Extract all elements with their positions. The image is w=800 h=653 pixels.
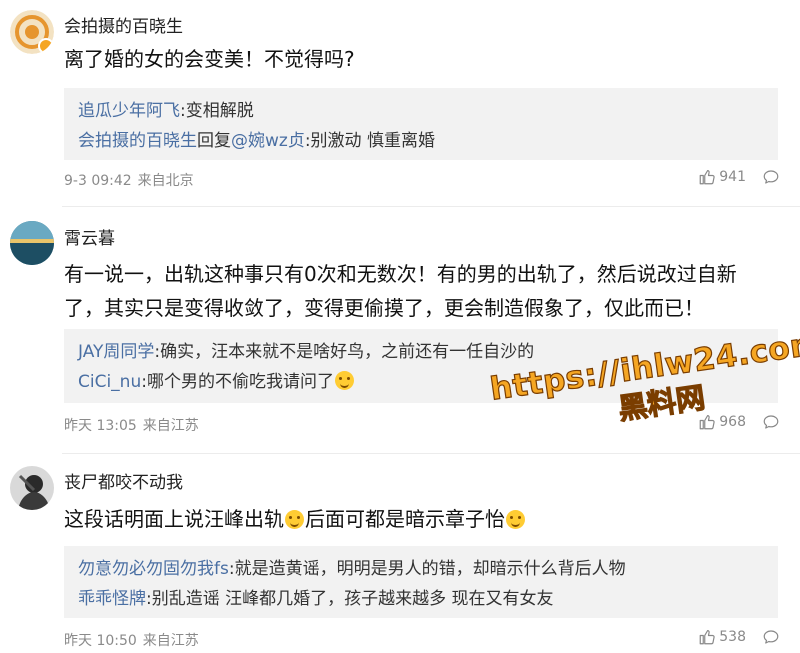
reply-text: :确实，汪本来就不是啥好鸟，之前还有一任自沙的	[154, 342, 535, 362]
reply-box[interactable]: 勿意勿必勿固勿我fs:就是造黄谣，明明是男人的错，却暗示什么背后人物 乖乖怪牌:…	[64, 546, 778, 618]
reply-box[interactable]: 追瓜少年阿飞:变相解脱 会拍摄的百晓生回复@婉wz贞:别激动 慎重离婚	[64, 88, 778, 160]
comment-actions: 538	[698, 628, 780, 646]
reply-username[interactable]: JAY周同学	[78, 342, 154, 362]
reply-username[interactable]: 乖乖怪牌	[78, 589, 146, 609]
like-count: 538	[719, 629, 746, 645]
comment-actions: 968	[698, 413, 780, 431]
reply-text: :就是造黄谣，明明是男人的错，却暗示什么背后人物	[228, 559, 626, 579]
like-button[interactable]: 941	[698, 168, 746, 186]
like-button[interactable]: 538	[698, 628, 746, 646]
comment-time: 9-3 09:42	[64, 173, 132, 189]
avatar[interactable]	[10, 221, 54, 265]
comment-meta: 昨天 13:05 来自江苏	[64, 415, 199, 435]
avatar[interactable]	[10, 466, 54, 510]
reply-text: :哪个男的不偷吃我请问了	[141, 372, 334, 392]
comment-bubble-icon[interactable]	[762, 628, 780, 646]
laughing-emoji-icon	[285, 510, 304, 529]
reply-username[interactable]: CiCi_nu	[78, 372, 141, 392]
comment-text-part: 后面可都是暗示章子怡	[305, 507, 505, 531]
comment-location: 来自江苏	[142, 418, 199, 434]
comment-meta: 昨天 10:50 来自江苏	[64, 630, 199, 650]
reply-text: :别激动 慎重离婚	[304, 131, 435, 151]
avatar-image	[10, 221, 54, 265]
reply-username[interactable]: 会拍摄的百晓生	[78, 131, 197, 151]
comment-text-part: 这段话明面上说汪峰出轨	[64, 507, 284, 531]
comment-time: 昨天 10:50	[64, 633, 137, 649]
comment-username[interactable]: 丧尸都咬不动我	[64, 468, 183, 493]
comment-location: 来自北京	[137, 173, 194, 189]
reply-item: 勿意勿必勿固勿我fs:就是造黄谣，明明是男人的错，却暗示什么背后人物	[78, 554, 764, 584]
comment-username[interactable]: 霄云暮	[64, 224, 115, 249]
thumbs-up-icon	[699, 170, 715, 185]
reply-item: 乖乖怪牌:别乱造谣 汪峰都几婚了，孩子越来越多 现在又有女友	[78, 584, 764, 614]
avatar-image	[10, 10, 54, 54]
reply-mention[interactable]: @婉wz贞	[231, 131, 305, 151]
reply-username[interactable]: 勿意勿必勿固勿我fs	[78, 559, 229, 579]
avatar-image	[10, 466, 54, 510]
comment-username[interactable]: 会拍摄的百晓生	[64, 12, 183, 37]
like-count: 941	[719, 169, 746, 185]
reply-text: :变相解脱	[180, 101, 254, 121]
comment-bubble-icon[interactable]	[762, 168, 780, 186]
thumbs-up-icon	[699, 630, 715, 645]
comment-location: 来自江苏	[142, 633, 199, 649]
laughing-emoji-icon	[334, 371, 354, 390]
reply-text: :别乱造谣 汪峰都几婚了，孩子越来越多 现在又有女友	[146, 589, 554, 609]
reply-item: 追瓜少年阿飞:变相解脱	[78, 96, 764, 126]
comment-time: 昨天 13:05	[64, 418, 137, 434]
reply-username[interactable]: 追瓜少年阿飞	[78, 101, 180, 121]
like-count: 968	[719, 414, 746, 430]
comment-item: 会拍摄的百晓生 离了婚的女的会变美！不觉得吗? 追瓜少年阿飞:变相解脱 会拍摄的…	[0, 0, 800, 206]
comment-text: 这段话明面上说汪峰出轨 后面可都是暗示章子怡	[64, 502, 776, 536]
avatar[interactable]	[10, 10, 54, 54]
comment-text: 离了婚的女的会变美！不觉得吗?	[64, 47, 355, 71]
comment-meta: 9-3 09:42 来自北京	[64, 170, 194, 190]
reply-item: 会拍摄的百晓生回复@婉wz贞:别激动 慎重离婚	[78, 126, 764, 156]
comment-item: 丧尸都咬不动我 这段话明面上说汪峰出轨 后面可都是暗示章子怡 勿意勿必勿固勿我fs…	[0, 454, 800, 653]
comment-text: 有一说一，出轨这种事只有0次和无数次！有的男的出轨了，然后说改过自新了，其实只是…	[64, 262, 737, 320]
comment-actions: 941	[698, 168, 780, 186]
comment-bubble-icon[interactable]	[762, 413, 780, 431]
reply-word: 回复	[197, 131, 231, 151]
laughing-emoji-icon	[506, 510, 525, 529]
